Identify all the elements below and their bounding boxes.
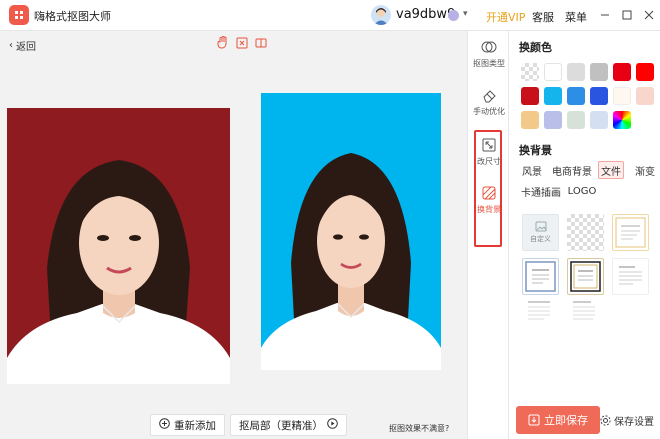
menu-link[interactable]: 菜单: [565, 9, 587, 25]
app-logo-icon: [9, 5, 29, 25]
chevron-down-icon[interactable]: ▾: [463, 9, 468, 19]
customer-service-link[interactable]: 客服: [532, 9, 554, 25]
bg-thumb-letter[interactable]: [612, 258, 649, 295]
settings-panel: 换颜色 换背景 风景 电商背景 文件 渐变 卡通插画 LOGO 自定义 立即保存…: [509, 31, 660, 439]
swatch-sage[interactable]: [567, 111, 585, 129]
bg-tab-logo[interactable]: LOGO: [567, 182, 597, 200]
play-circle-icon: [327, 418, 338, 432]
open-vip-link[interactable]: 开通VIP: [486, 9, 525, 25]
image-upload-icon: [535, 221, 546, 232]
swatch-white[interactable]: [544, 63, 562, 81]
save-settings-button[interactable]: 保存设置: [600, 413, 654, 428]
username[interactable]: va9dbw9: [396, 7, 455, 22]
bg-tab-gradient[interactable]: 渐变: [633, 161, 657, 179]
swatch-gray[interactable]: [590, 63, 608, 81]
tab-cutout-type[interactable]: 抠图类型: [468, 39, 510, 69]
chevron-left-icon: ‹: [9, 40, 13, 51]
original-photo: [7, 108, 230, 384]
swatch-transparent[interactable]: [521, 63, 539, 81]
fit-screen-icon[interactable]: [235, 36, 248, 49]
bg-tab-ecommerce[interactable]: 电商背景: [551, 161, 593, 179]
bg-thumb-certificate[interactable]: [612, 214, 649, 251]
swatch-bright-red[interactable]: [636, 63, 654, 81]
result-photo: [261, 93, 441, 370]
bg-tab-cartoon[interactable]: 卡通插画: [520, 182, 562, 200]
swatch-sky-blue[interactable]: [544, 87, 562, 105]
bg-thumb-transparent[interactable]: [567, 214, 604, 251]
download-icon: [528, 414, 540, 426]
tab-manual-optimize[interactable]: 手动优化: [468, 87, 510, 117]
custom-label: 自定义: [530, 235, 551, 243]
plus-circle-icon: [159, 418, 170, 432]
bg-tab-document[interactable]: 文件: [598, 161, 624, 179]
re-add-button[interactable]: 重新添加: [150, 414, 225, 436]
view-toolbar: [216, 36, 267, 49]
save-now-button[interactable]: 立即保存: [516, 406, 600, 434]
swatch-red[interactable]: [613, 63, 631, 81]
cutout-type-label: 抠图类型: [473, 59, 505, 68]
bg-tab-scenery[interactable]: 风景: [520, 161, 544, 179]
swatch-sand[interactable]: [521, 111, 539, 129]
highlight-box: [474, 130, 502, 247]
swatch-blue[interactable]: [567, 87, 585, 105]
swatch-ivory[interactable]: [613, 87, 631, 105]
eraser-icon: [481, 87, 497, 103]
gear-icon: [600, 415, 611, 426]
swatch-royal-blue[interactable]: [590, 87, 608, 105]
color-heading: 换颜色: [519, 41, 552, 54]
title-bar: 嗨格式抠图大师 va9dbw9 ▾ 开通VIP 客服 菜单: [0, 0, 660, 31]
swatch-pink[interactable]: [636, 87, 654, 105]
bg-thumb-blue-certificate[interactable]: [522, 258, 559, 295]
bg-thumb-form-b[interactable]: [567, 296, 604, 333]
re-add-label: 重新添加: [174, 419, 216, 432]
back-label: 返回: [16, 42, 36, 53]
bg-thumb-gold-certificate[interactable]: [567, 258, 604, 295]
close-icon[interactable]: [641, 6, 657, 24]
swatch-custom-color-icon[interactable]: [613, 111, 631, 129]
swatch-light-gray[interactable]: [567, 63, 585, 81]
background-heading: 换背景: [519, 144, 552, 157]
manual-optimize-label: 手动优化: [473, 107, 505, 116]
save-now-label: 立即保存: [544, 414, 588, 427]
swatch-pale-blue[interactable]: [590, 111, 608, 129]
user-avatar[interactable]: [371, 5, 391, 25]
not-satisfied-link[interactable]: 抠图效果不满意?: [389, 423, 449, 434]
hand-icon[interactable]: [216, 36, 229, 49]
compare-icon[interactable]: [254, 36, 267, 49]
editor-canvas: ‹ 返回 重新添加 抠局部（更精准） 抠图效果不满意?: [0, 31, 467, 439]
minimize-icon[interactable]: [597, 6, 613, 24]
cutout-type-icon: [481, 39, 497, 55]
bg-thumb-form-a[interactable]: [522, 296, 559, 333]
save-settings-label: 保存设置: [614, 417, 654, 428]
swatch-dark-red[interactable]: [521, 87, 539, 105]
local-cutout-button[interactable]: 抠局部（更精准）: [230, 414, 347, 436]
vip-badge-icon: [448, 10, 459, 21]
app-title: 嗨格式抠图大师: [34, 10, 111, 23]
maximize-icon[interactable]: [619, 6, 635, 24]
custom-background-button[interactable]: 自定义: [522, 214, 559, 251]
back-button[interactable]: ‹ 返回: [9, 38, 36, 53]
local-cutout-label: 抠局部（更精准）: [239, 419, 323, 432]
swatch-lavender[interactable]: [544, 111, 562, 129]
